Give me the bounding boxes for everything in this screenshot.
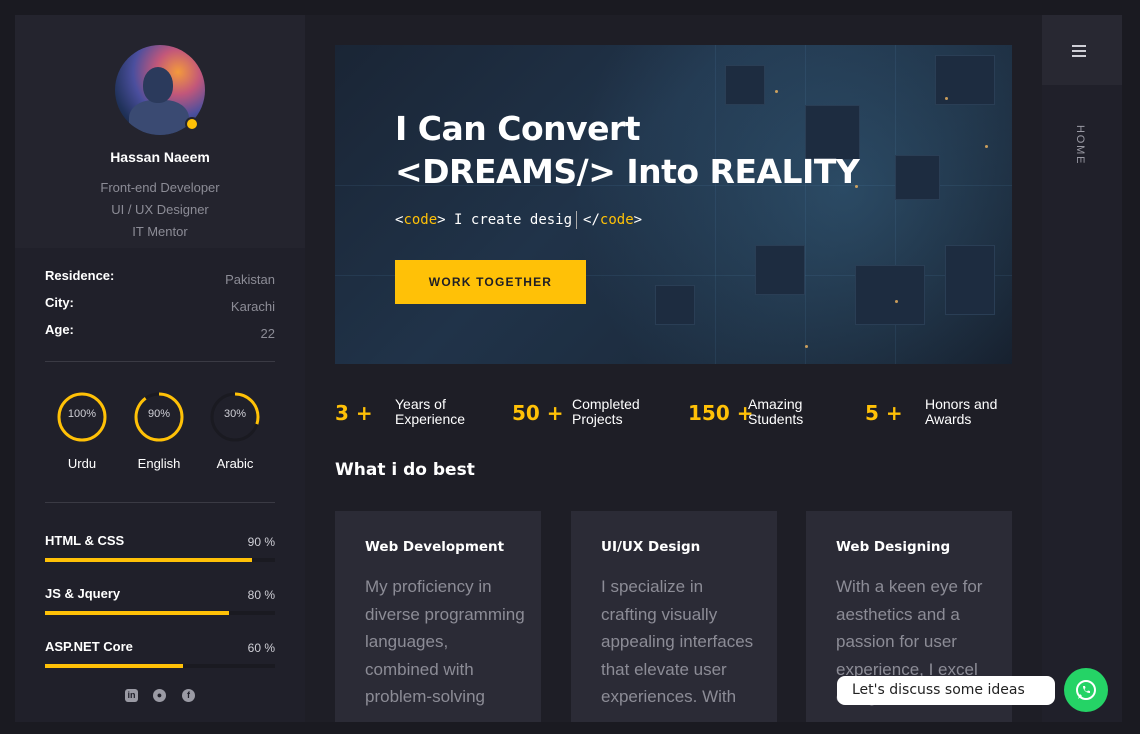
stat-label-line: Projects <box>572 411 623 427</box>
info-row-age: Age: 22 <box>45 322 275 349</box>
github-icon[interactable]: ● <box>153 689 166 702</box>
linkedin-icon[interactable]: in <box>125 689 138 702</box>
info-value: Karachi <box>230 299 275 314</box>
personal-info: Residence: Pakistan City: Karachi Age: 2… <box>45 268 275 349</box>
online-status-dot <box>185 117 199 131</box>
skills-list: HTML & CSS 90 % JS & Jquery 80 % ASP.NET… <box>45 533 275 692</box>
code-open-tag: <code> <box>395 212 446 228</box>
stat-label: Completed Projects <box>572 397 640 427</box>
info-key: City: <box>45 295 74 310</box>
stat-number: 150 + <box>688 401 754 425</box>
hero-title-line: <DREAMS/> Into REALITY <box>395 152 860 191</box>
role-item: IT Mentor <box>132 224 188 239</box>
language-urdu: 100% Urdu <box>47 392 117 471</box>
hero-title-line: I Can Convert <box>395 109 641 148</box>
skill-percent: 60 % <box>247 641 275 655</box>
hero-banner: I Can Convert <DREAMS/> Into REALITY <co… <box>335 45 1012 364</box>
right-nav: HOME <box>1042 15 1122 722</box>
service-card-title: Web Development <box>365 539 505 555</box>
skill-bar-fill <box>45 558 252 562</box>
stats-row: 3 + Years of Experience 50 + Completed P… <box>335 396 1012 430</box>
skill-label: JS & Jquery <box>45 586 121 601</box>
divider <box>45 361 275 362</box>
page-frame: Hassan Naeem Front-end Developer UI / UX… <box>15 15 1122 722</box>
skill-bar-track <box>45 664 275 668</box>
skill-html-css: HTML & CSS 90 % <box>45 533 275 586</box>
stat-number: 50 + <box>512 401 564 425</box>
skill-bar-fill <box>45 664 183 668</box>
stat-label-line: Years of <box>395 396 446 412</box>
skill-percent: 80 % <box>247 588 275 602</box>
stat-number: 5 + <box>865 401 903 425</box>
stat-label-line: Amazing <box>748 396 803 412</box>
service-card-title: Web Designing <box>836 539 951 555</box>
skill-label: HTML & CSS <box>45 533 125 548</box>
info-key: Residence: <box>45 268 115 283</box>
skill-js-jquery: JS & Jquery 80 % <box>45 586 275 639</box>
service-card-ui-ux-design[interactable]: UI/UX Design I specialize in crafting vi… <box>571 511 777 722</box>
social-links: in ● f <box>15 682 305 722</box>
language-percent: 100% <box>67 408 97 420</box>
language-label: English <box>137 456 181 471</box>
profile-card: Hassan Naeem Front-end Developer UI / UX… <box>15 15 305 248</box>
typing-cursor <box>576 211 578 229</box>
language-english: 90% English <box>124 392 194 471</box>
typing-text: <code> I create desig </code> <box>395 211 642 229</box>
facebook-icon[interactable]: f <box>182 689 195 702</box>
hero-title: I Can Convert <DREAMS/> Into REALITY <box>395 107 860 193</box>
language-arabic: 30% Arabic <box>200 392 270 471</box>
language-percent: 90% <box>147 408 171 420</box>
hamburger-icon <box>1072 45 1086 57</box>
whatsapp-button[interactable] <box>1064 668 1108 712</box>
language-percent: 30% <box>223 408 247 420</box>
stat-label-line: Students <box>748 411 804 427</box>
stat-label-line: Awards <box>925 411 972 427</box>
stat-label-line: Experience <box>395 411 466 427</box>
stat-label-line: Completed <box>572 396 640 412</box>
chat-prompt-bubble[interactable]: Let's discuss some ideas <box>837 676 1055 705</box>
profile-name: Hassan Naeem <box>110 149 210 165</box>
skill-label: ASP.NET Core <box>45 639 133 654</box>
info-value: Pakistan <box>225 272 275 287</box>
stat-label-line: Honors and <box>925 396 998 412</box>
info-value: 22 <box>260 326 275 341</box>
role-item: Front-end Developer <box>100 180 220 195</box>
language-label: Urdu <box>67 456 97 471</box>
stat-label: Honors and Awards <box>925 397 997 427</box>
services-title: What i do best <box>335 460 475 480</box>
sidebar: Hassan Naeem Front-end Developer UI / UX… <box>15 15 305 722</box>
stat-label: Amazing Students <box>748 397 803 427</box>
nav-item-home[interactable]: HOME <box>1074 125 1086 165</box>
skill-percent: 90 % <box>247 535 275 549</box>
service-card-title: UI/UX Design <box>601 539 701 555</box>
skill-bar-fill <box>45 611 229 615</box>
profile-roles: Front-end Developer UI / UX Designer IT … <box>15 177 305 243</box>
code-close-tag: </code> <box>583 212 643 228</box>
skill-bar-track <box>45 611 275 615</box>
role-item: UI / UX Designer <box>111 202 209 217</box>
menu-button[interactable] <box>1042 15 1122 85</box>
language-circles: 100% Urdu 90% English 30% Arabic <box>45 392 275 482</box>
info-key: Age: <box>45 322 74 337</box>
main-content: I Can Convert <DREAMS/> Into REALITY <co… <box>305 15 1042 722</box>
skill-bar-track <box>45 558 275 562</box>
stat-label: Years of Experience <box>395 397 465 427</box>
info-row-residence: Residence: Pakistan <box>45 268 275 295</box>
whatsapp-icon <box>1076 680 1096 700</box>
service-card-text: My proficiency in diverse programming la… <box>365 577 525 706</box>
service-card-text: I specialize in crafting visually appeal… <box>601 577 754 706</box>
language-label: Arabic <box>216 456 254 471</box>
typed-text: I create desig <box>454 212 573 228</box>
info-row-city: City: Karachi <box>45 295 275 322</box>
stat-number: 3 + <box>335 401 373 425</box>
work-together-button[interactable]: WORK TOGETHER <box>395 260 586 304</box>
service-card-web-development[interactable]: Web Development My proficiency in divers… <box>335 511 541 722</box>
divider <box>45 502 275 503</box>
